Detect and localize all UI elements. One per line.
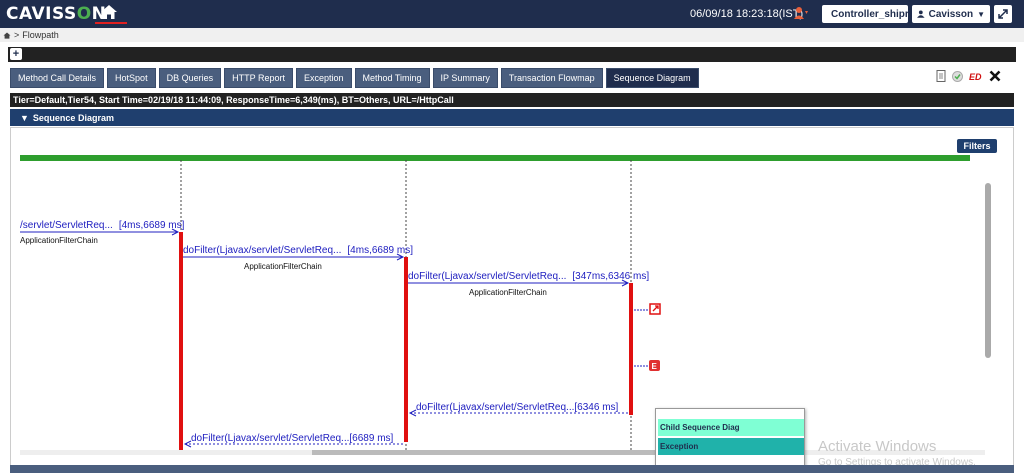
controller-button[interactable]: Controller_shipra <box>822 5 914 23</box>
tab-actions: ED <box>936 70 1001 82</box>
sequence-diagram-section-header[interactable]: ▼ Sequence Diagram <box>10 109 1014 126</box>
call-class-label: ApplicationFilterChain <box>244 262 322 271</box>
call-class-label: ApplicationFilterChain <box>469 288 547 297</box>
chevron-down-icon: ▼ <box>977 9 985 19</box>
breadcrumb-current: Flowpath <box>22 30 59 40</box>
toolbar-strip: + <box>8 47 1016 62</box>
flowpath-info-bar: Tier=Default,Tier54, Start Time=02/19/18… <box>10 93 1014 107</box>
check-circle-icon[interactable] <box>952 70 963 82</box>
tab-method-timing[interactable]: Method Timing <box>354 68 430 88</box>
add-button[interactable]: + <box>10 48 22 60</box>
next-section-header <box>10 465 1014 473</box>
call-label[interactable]: doFilter(Ljavax/servlet/ServletReq... [4m… <box>183 245 413 256</box>
expand-icon <box>998 9 1008 19</box>
chevron-right-icon: > <box>14 30 20 40</box>
exception-badge-label: E <box>652 362 658 371</box>
activation-bar <box>179 232 183 450</box>
tab-exception[interactable]: Exception <box>295 68 352 88</box>
vertical-scrollbar[interactable] <box>985 183 991 358</box>
cavisson-logo: CAVISSON <box>6 4 107 24</box>
filters-button[interactable]: Filters <box>957 139 997 153</box>
close-icon[interactable] <box>989 70 1001 82</box>
breadcrumb: > Flowpath <box>0 28 1024 42</box>
menu-item-exception[interactable]: Exception <box>658 438 804 455</box>
tab-sequence-diagram[interactable]: Sequence Diagram <box>605 68 699 88</box>
home-icon[interactable] <box>100 4 118 20</box>
tab-method-call-details[interactable]: Method Call Details <box>10 68 105 88</box>
call-class-label: ApplicationFilterChain <box>20 236 98 245</box>
user-icon <box>917 10 925 18</box>
home-icon[interactable] <box>3 31 11 39</box>
return-label[interactable]: doFilter(Ljavax/servlet/ServletReq...[66… <box>191 433 394 444</box>
activation-bar <box>404 257 408 442</box>
fullscreen-button[interactable] <box>994 5 1012 23</box>
home-active-underline <box>95 22 127 24</box>
top-header-bar: CAVISSON 06/09/18 18:23:18(IST) Controll… <box>0 0 1024 28</box>
person-alert-icon[interactable] <box>793 6 809 20</box>
caret-down-icon: ▼ <box>20 112 29 123</box>
datetime-display: 06/09/18 18:23:18(IST) <box>690 8 804 20</box>
tab-db-queries[interactable]: DB Queries <box>158 68 222 88</box>
ed-icon[interactable]: ED <box>969 71 983 81</box>
document-icon[interactable] <box>936 70 946 82</box>
tab-hotspot[interactable]: HotSpot <box>107 68 156 88</box>
call-label[interactable]: doFilter(Ljavax/servlet/ServletReq... [34… <box>408 271 649 282</box>
tab-transaction-flowmap[interactable]: Transaction Flowmap <box>500 68 603 88</box>
child-sequence-icon[interactable] <box>649 303 661 315</box>
activation-bar <box>629 283 633 415</box>
sequence-diagram-canvas: /servlet/ServletReq... [4ms,6689 ms] Appl… <box>20 160 661 450</box>
return-label[interactable]: doFilter(Ljavax/servlet/ServletReq...[63… <box>416 402 619 413</box>
call-label[interactable]: /servlet/ServletReq... [4ms,6689 ms] <box>20 220 185 231</box>
tab-http-report[interactable]: HTTP Report <box>224 68 293 88</box>
tab-bar: Method Call Details HotSpot DB Queries HTTP… <box>10 68 699 88</box>
svg-text:ED: ED <box>969 72 982 81</box>
activation-watermark: Activate Windows <box>818 438 937 455</box>
menu-item-child-sequence[interactable]: Child Sequence Diag <box>658 419 804 436</box>
tab-ip-summary[interactable]: IP Summary <box>432 68 498 88</box>
context-menu: Child Sequence Diag Exception <box>655 408 805 468</box>
user-menu-button[interactable]: Cavisson ▼ <box>912 5 990 23</box>
